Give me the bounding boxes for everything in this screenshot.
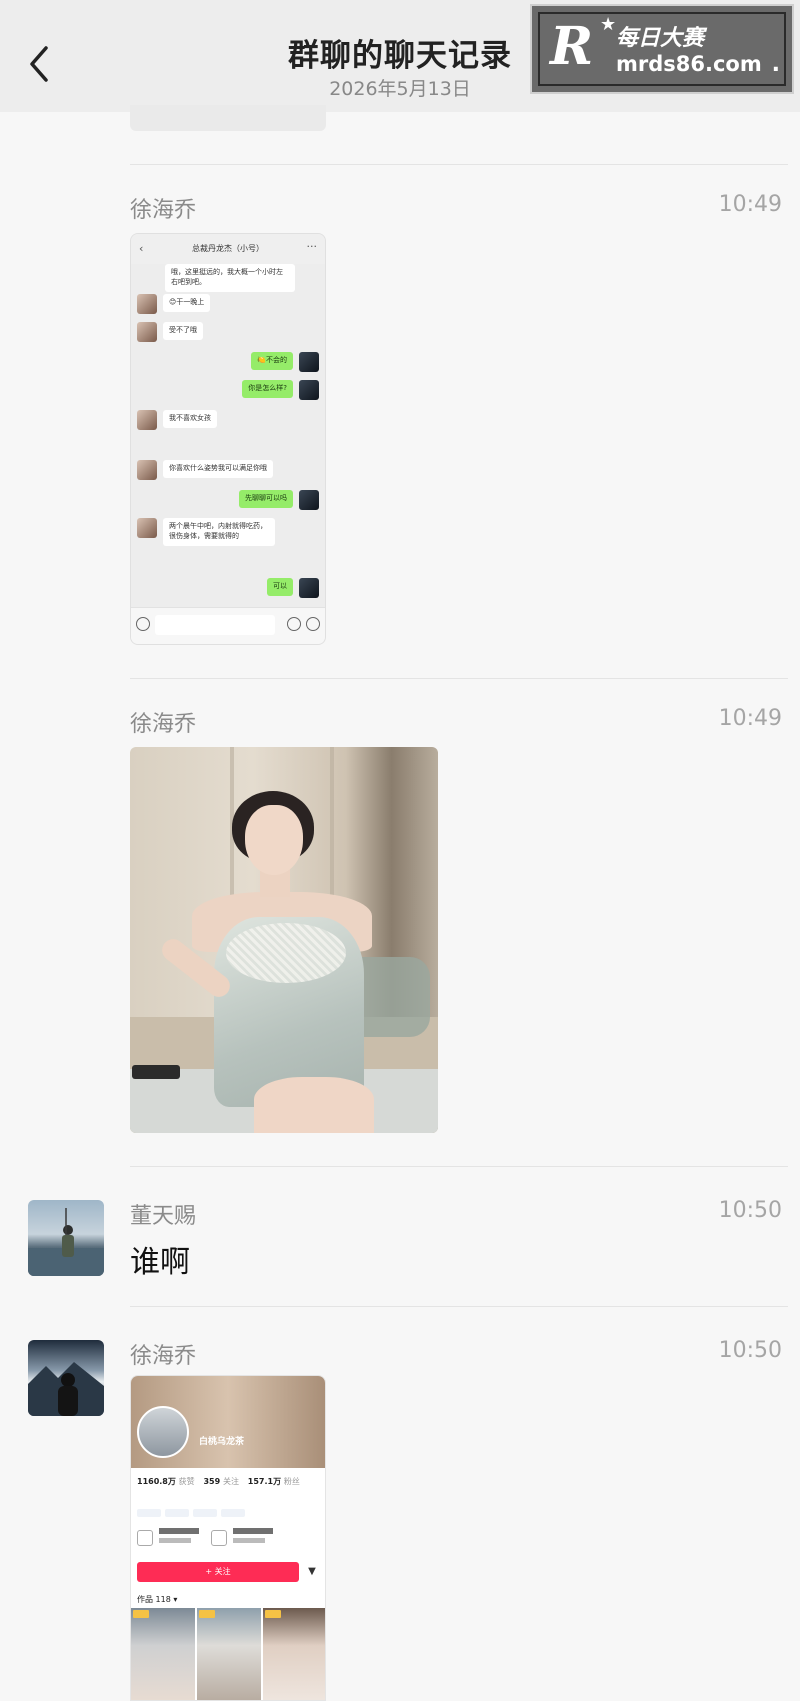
pin-badge (199, 1610, 215, 1618)
watermark-brand: 每日大赛 (616, 26, 705, 51)
feature-line (159, 1528, 199, 1534)
watermark-dot: . (771, 52, 780, 77)
divider (130, 678, 788, 679)
sender-name: 徐海乔 (130, 712, 197, 737)
tag-chip (165, 1509, 189, 1517)
mini-avatar (137, 518, 157, 538)
voice-icon (136, 617, 150, 631)
star-icon: ★ (600, 14, 617, 35)
mini-bubble: 可以 (267, 578, 293, 596)
mini-chat-title: 总裁丹龙杰（小号） (192, 244, 264, 253)
mini-chat-header: ‹ 总裁丹龙杰（小号） ··· (131, 234, 325, 264)
mini-avatar (299, 490, 319, 510)
dress-lace (226, 923, 346, 983)
mini-bubble: 先聊聊可以吗 (239, 490, 293, 508)
person-face (245, 805, 303, 875)
sender-name: 董天赐 (130, 1204, 197, 1229)
dropdown-icon: ▼ (308, 1566, 316, 1577)
work-thumbnail (263, 1608, 325, 1700)
photo-image[interactable] (130, 747, 438, 1133)
pin-badge (133, 1610, 149, 1618)
mini-bubble: 哦，这里挺远的，我大概一个小时左右吧到吧。 (165, 264, 295, 292)
emoji-icon (287, 617, 301, 631)
watermark-logo: R ★ 每日大赛 mrds86.com . (530, 4, 794, 94)
profile-name: 白桃乌龙茶 (199, 1437, 245, 1447)
profile-feature (137, 1528, 213, 1550)
feature-icon (137, 1530, 153, 1546)
profile-avatar (137, 1406, 189, 1458)
phone-object (132, 1065, 180, 1079)
watermark-r-letter: R (550, 16, 594, 77)
stat-label: 粉丝 (283, 1477, 300, 1486)
profile-screenshot-image[interactable]: 白桃乌龙茶 1160.8万 获赞 359 关注 157.1万 粉丝 + 关注 ▼… (130, 1375, 326, 1701)
message-time: 10:50 (718, 1338, 782, 1363)
mini-avatar (299, 578, 319, 598)
mini-input-field (155, 615, 275, 635)
pin-badge (265, 1610, 281, 1618)
tag-chip (221, 1509, 245, 1517)
divider (130, 1306, 788, 1307)
avatar-figure (28, 1208, 104, 1276)
sender-name: 徐海乔 (130, 1344, 197, 1369)
plus-icon (306, 617, 320, 631)
profile-feature (211, 1528, 287, 1550)
mini-avatar (137, 410, 157, 430)
works-tab: 作品 118 ▾ (137, 1595, 178, 1604)
avatar[interactable] (28, 1340, 104, 1416)
mini-bubble: 受不了哦 (163, 322, 203, 340)
works-grid (131, 1608, 325, 1700)
tag-chip (137, 1509, 161, 1517)
mini-bubble: 两个晨午中吧，内射就得吃药，很伤身体，需要就得的 (163, 518, 275, 546)
stat-value: 157.1万 (247, 1477, 282, 1486)
mini-bubble: 你喜欢什么姿势我可以满足你哦 (163, 460, 273, 478)
work-thumbnail (131, 1608, 195, 1700)
message-time: 10:50 (718, 1198, 782, 1223)
divider (130, 164, 788, 165)
stat-value: 1160.8万 (137, 1477, 176, 1486)
mini-avatar (299, 380, 319, 400)
feature-icon (211, 1530, 227, 1546)
watermark-url: mrds86.com (616, 52, 762, 76)
mini-avatar (137, 294, 157, 314)
work-thumbnail (197, 1608, 261, 1700)
nav-header: 群聊的聊天记录 2026年5月13日 R ★ 每日大赛 mrds86.com . (0, 0, 800, 112)
feature-line (233, 1528, 273, 1534)
previous-image-fragment[interactable] (130, 105, 326, 131)
chat-screenshot-image[interactable]: ‹ 总裁丹龙杰（小号） ··· 哦，这里挺远的，我大概一个小时左右吧到吧。 😊干… (130, 233, 326, 645)
mini-bubble: 我不喜欢女孩 (163, 410, 217, 428)
message-time: 10:49 (718, 706, 782, 731)
person-legs (254, 1077, 374, 1133)
mini-avatar (299, 352, 319, 372)
follow-button: + 关注 (137, 1562, 299, 1582)
avatar[interactable] (28, 1200, 104, 1276)
mini-bubble: 😊干一晚上 (163, 294, 211, 312)
message-time: 10:49 (718, 192, 782, 217)
feature-line (159, 1538, 191, 1543)
more-icon: ··· (306, 240, 318, 253)
avatar-figure (28, 1362, 104, 1416)
mini-avatar (137, 460, 157, 480)
mini-avatar (137, 322, 157, 342)
divider (130, 1166, 788, 1167)
mini-bubble: 🍋不会的 (251, 352, 293, 370)
profile-tags (137, 1502, 317, 1517)
sender-name: 徐海乔 (130, 198, 197, 223)
stat-label: 关注 (222, 1477, 239, 1486)
stat-label: 获赞 (178, 1477, 195, 1486)
mini-bubble: 你是怎么样? (242, 380, 293, 398)
mini-input-bar (131, 607, 325, 644)
profile-stats: 1160.8万 获赞 359 关注 157.1万 粉丝 (137, 1476, 306, 1487)
message-text[interactable]: 谁啊 (130, 1237, 190, 1281)
tag-chip (193, 1509, 217, 1517)
stat-value: 359 (203, 1477, 221, 1486)
feature-line (233, 1538, 265, 1543)
